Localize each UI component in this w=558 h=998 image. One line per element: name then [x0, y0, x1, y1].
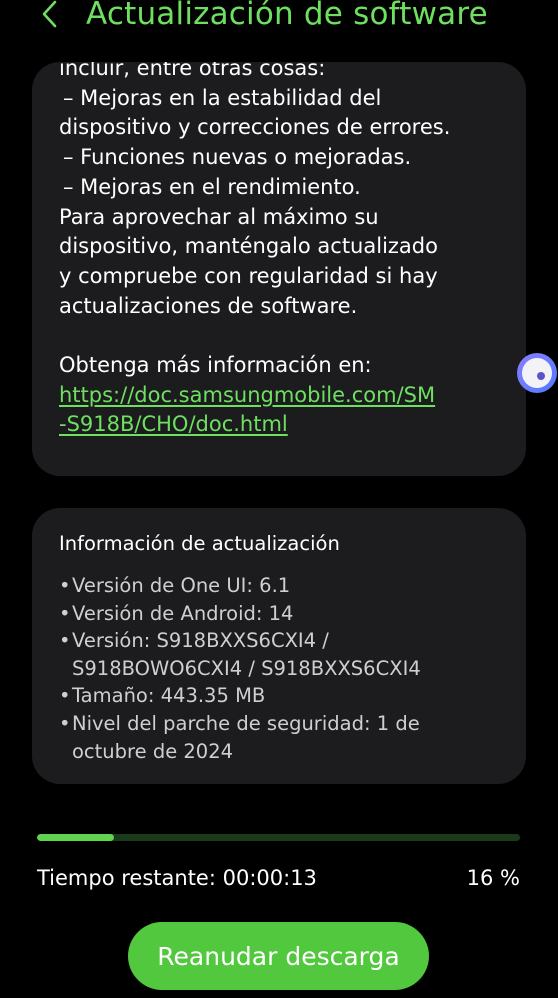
list-item: • Versión: S918BXXS6CXI4 / S918BOWO6CXI4…: [59, 627, 510, 682]
list-item: • Tamaño: 443.35 MB: [59, 682, 510, 710]
chevron-left-icon: [42, 0, 57, 28]
update-info-card: Información de actualización • Versión d…: [32, 508, 526, 784]
more-info-label: Obtenga más información en:: [59, 353, 372, 378]
info-value: Tamaño: 443.35 MB: [72, 684, 266, 708]
bullet-icon: •: [59, 629, 71, 653]
notes-line: Para aprovechar al máximo su: [59, 204, 379, 229]
time-remaining: Tiempo restante: 00:00:13: [37, 866, 317, 890]
notes-line: actualizaciones de software.: [59, 293, 358, 318]
notes-line: dispositivo y correcciones de errores.: [59, 115, 451, 140]
update-info-title: Información de actualización: [59, 532, 340, 555]
floating-assistant-button[interactable]: [515, 351, 558, 394]
info-value: Versión de One UI: 6.1: [72, 574, 291, 597]
resume-download-button[interactable]: Reanudar descarga: [128, 922, 429, 990]
more-info-link[interactable]: https://doc.samsungmobile.com/SM -S918B/…: [59, 381, 506, 440]
page-title: Actualización de software: [86, 0, 488, 32]
link-line: -S918B/CHO/doc.html: [59, 412, 288, 437]
notes-line: y compruebe con regularidad si hay: [59, 263, 438, 288]
list-item: • Versión de One UI: 6.1: [59, 572, 510, 600]
info-value-continued: S918BOWO6CXI4 / S918BXXS6CXI4: [72, 656, 421, 680]
download-progress-fill: [37, 834, 115, 841]
progress-percent: 16 %: [466, 866, 520, 890]
notes-line: – Funciones nuevas o mejoradas.: [63, 145, 412, 170]
info-value-continued: octubre de 2024: [72, 739, 234, 763]
back-button[interactable]: [30, 0, 70, 34]
update-info-list: • Versión de One UI: 6.1 • Versión de An…: [59, 572, 510, 765]
info-value: Versión: S918BXXS6CXI4 /: [72, 629, 329, 653]
top-app-bar: Actualización de software: [0, 0, 558, 40]
list-item: • Nivel del parche de seguridad: 1 de oc…: [59, 710, 510, 765]
download-status-row: Tiempo restante: 00:00:13 16 %: [37, 862, 520, 894]
release-notes-card: incluir, entre otras cosas: – Mejoras en…: [32, 62, 526, 476]
bullet-icon: •: [59, 711, 71, 735]
release-notes-text: incluir, entre otras cosas: – Mejoras en…: [59, 62, 506, 440]
notes-line: dispositivo, manténgalo actualizado: [59, 234, 438, 259]
notes-line: – Mejoras en el rendimiento.: [63, 174, 361, 199]
download-progress-bar: [37, 834, 520, 841]
bullet-icon: •: [59, 601, 71, 625]
info-value: Nivel del parche de seguridad: 1 de: [72, 711, 420, 735]
link-line: https://doc.samsungmobile.com/SM: [59, 382, 436, 407]
bullet-icon: •: [59, 574, 71, 597]
notes-line: incluir, entre otras cosas:: [59, 62, 326, 80]
bullet-icon: •: [59, 684, 71, 708]
list-item: • Versión de Android: 14: [59, 600, 510, 628]
notes-line: – Mejoras en la estabilidad del: [63, 85, 382, 110]
info-value: Versión de Android: 14: [72, 601, 294, 625]
floating-assistant-icon: [517, 353, 557, 393]
